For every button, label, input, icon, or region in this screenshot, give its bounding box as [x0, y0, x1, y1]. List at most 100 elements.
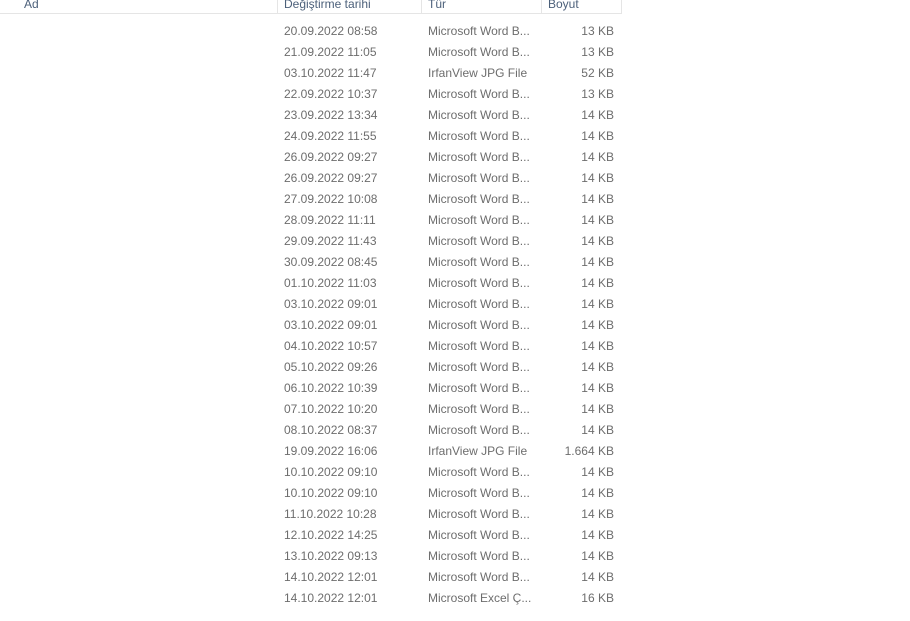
file-rows: 1 Gün.docx20.09.2022 08:58Microsoft Word…: [0, 21, 622, 609]
file-type-cell: Microsoft Word B...: [428, 402, 530, 416]
file-date-cell: 05.10.2022 09:26: [284, 360, 378, 374]
file-row[interactable]: 9 Gün.docx28.09.2022 11:11Microsoft Word…: [0, 210, 622, 231]
file-type-cell: Microsoft Word B...: [428, 465, 530, 479]
file-size-cell: 14 KB: [581, 276, 614, 290]
header-right-divider: [621, 0, 622, 14]
file-type-cell: Microsoft Word B...: [428, 87, 530, 101]
file-date-cell: 10.10.2022 09:10: [284, 465, 378, 479]
file-row[interactable]: 6 Gün.docx26.09.2022 09:27Microsoft Word…: [0, 147, 622, 168]
file-size-cell: 14 KB: [581, 570, 614, 584]
file-size-cell: 14 KB: [581, 486, 614, 500]
file-type-cell: Microsoft Word B...: [428, 276, 530, 290]
file-date-cell: 28.09.2022 11:11: [284, 213, 376, 227]
file-row[interactable]: 20 Gün.docx10.10.2022 09:10Microsoft Wor…: [0, 462, 622, 483]
file-row[interactable]: 13 Gün.docx03.10.2022 09:01Microsoft Wor…: [0, 294, 622, 315]
file-date-cell: 03.10.2022 11:47: [284, 66, 377, 80]
column-header-size[interactable]: Boyut: [541, 0, 579, 13]
file-date-cell: 01.10.2022 11:03: [284, 276, 377, 290]
file-type-cell: Microsoft Word B...: [428, 549, 530, 563]
file-date-cell: 19.09.2022 16:06: [284, 444, 378, 458]
column-header-date[interactable]: Değiştirme tarihi: [277, 0, 371, 13]
file-row[interactable]: 14 Gün.docx03.10.2022 09:01Microsoft Wor…: [0, 315, 622, 336]
file-row[interactable]: 17 Gün.docx06.10.2022 10:39Microsoft Wor…: [0, 378, 622, 399]
column-header-type[interactable]: Tür: [421, 0, 446, 13]
file-date-cell: 03.10.2022 09:01: [284, 318, 378, 332]
file-date-cell: 03.10.2022 09:01: [284, 297, 378, 311]
file-row[interactable]: 15 Gün.docx04.10.2022 10:57Microsoft Wor…: [0, 336, 622, 357]
file-size-cell: 14 KB: [581, 360, 614, 374]
file-size-cell: 52 KB: [581, 66, 614, 80]
file-date-cell: 10.10.2022 09:10: [284, 486, 378, 500]
file-type-cell: Microsoft Word B...: [428, 339, 530, 353]
file-row[interactable]: 4 Gün.docx23.09.2022 13:34Microsoft Word…: [0, 105, 622, 126]
file-size-cell: 14 KB: [581, 402, 614, 416]
file-date-cell: 11.10.2022 10:28: [284, 507, 377, 521]
file-row[interactable]: 10 Gün.docx29.09.2022 11:43Microsoft Wor…: [0, 231, 622, 252]
file-type-cell: Microsoft Word B...: [428, 381, 530, 395]
file-row[interactable]: 1 Gün.docx20.09.2022 08:58Microsoft Word…: [0, 21, 622, 42]
file-date-cell: 26.09.2022 09:27: [284, 171, 378, 185]
file-row[interactable]: 8 Gün.docx27.09.2022 10:08Microsoft Word…: [0, 189, 622, 210]
file-row[interactable]: 7 Gün.docx26.09.2022 09:27Microsoft Word…: [0, 168, 622, 189]
file-row[interactable]: 24 Gün.docx13.10.2022 09:13Microsoft Wor…: [0, 546, 622, 567]
file-date-cell: 20.09.2022 08:58: [284, 24, 378, 38]
file-date-cell: 13.10.2022 09:13: [284, 549, 378, 563]
file-date-cell: 26.09.2022 09:27: [284, 150, 378, 164]
file-type-cell: IrfanView JPG File: [428, 66, 528, 80]
file-type-cell: Microsoft Word B...: [428, 45, 530, 59]
file-type-cell: IrfanView JPG File: [428, 444, 528, 458]
file-type-cell: Microsoft Word B...: [428, 108, 530, 122]
file-type-cell: Microsoft Word B...: [428, 129, 530, 143]
file-row[interactable]: 11 Gün.docx30.09.2022 08:45Microsoft Wor…: [0, 252, 622, 273]
file-row[interactable]: 12 Gün.docx01.10.2022 11:03Microsoft Wor…: [0, 273, 622, 294]
file-type-cell: Microsoft Word B...: [428, 570, 530, 584]
file-size-cell: 13 KB: [581, 45, 614, 59]
file-type-cell: Microsoft Word B...: [428, 24, 530, 38]
file-row[interactable]: 16 Gün.docx05.10.2022 09:26Microsoft Wor…: [0, 357, 622, 378]
file-size-cell: 13 KB: [581, 24, 614, 38]
file-date-cell: 27.09.2022 10:08: [284, 192, 378, 206]
file-row[interactable]: 03.10.2022 Kilo.jpg03.10.2022 11:47Irfan…: [0, 63, 622, 84]
file-row[interactable]: Şeker Tansiyon Takip.xlsx14.10.2022 12:0…: [0, 588, 622, 609]
file-type-cell: Microsoft Word B...: [428, 192, 530, 206]
file-size-cell: 14 KB: [581, 528, 614, 542]
file-size-cell: 14 KB: [581, 297, 614, 311]
file-size-cell: 14 KB: [581, 255, 614, 269]
file-date-cell: 06.10.2022 10:39: [284, 381, 378, 395]
file-type-cell: Microsoft Word B...: [428, 297, 530, 311]
file-type-cell: Microsoft Word B...: [428, 234, 530, 248]
file-date-cell: 29.09.2022 11:43: [284, 234, 377, 248]
file-row[interactable]: 23 Gün.docx12.10.2022 14:25Microsoft Wor…: [0, 525, 622, 546]
file-row[interactable]: 3 Gün.docx22.09.2022 10:37Microsoft Word…: [0, 84, 622, 105]
file-type-cell: Microsoft Word B...: [428, 213, 530, 227]
file-size-cell: 14 KB: [581, 507, 614, 521]
file-row[interactable]: 5 Gün.docx24.09.2022 11:55Microsoft Word…: [0, 126, 622, 147]
file-date-cell: 30.09.2022 08:45: [284, 255, 378, 269]
file-size-cell: 14 KB: [581, 423, 614, 437]
file-size-cell: 14 KB: [581, 213, 614, 227]
file-row[interactable]: 21 Gün.docx10.10.2022 09:10Microsoft Wor…: [0, 483, 622, 504]
file-date-cell: 21.09.2022 11:05: [284, 45, 377, 59]
file-type-cell: Microsoft Word B...: [428, 423, 530, 437]
file-size-cell: 14 KB: [581, 108, 614, 122]
file-date-cell: 04.10.2022 10:57: [284, 339, 378, 353]
file-row[interactable]: 19 Gün.docx08.10.2022 08:37Microsoft Wor…: [0, 420, 622, 441]
file-date-cell: 14.10.2022 12:01: [284, 591, 378, 605]
file-type-cell: Microsoft Word B...: [428, 486, 530, 500]
file-row[interactable]: 18 Gün.docx07.10.2022 10:20Microsoft Wor…: [0, 399, 622, 420]
file-row[interactable]: 2 Gün.docx21.09.2022 11:05Microsoft Word…: [0, 42, 622, 63]
file-date-cell: 08.10.2022 08:37: [284, 423, 378, 437]
file-type-cell: Microsoft Word B...: [428, 255, 530, 269]
file-size-cell: 14 KB: [581, 549, 614, 563]
file-date-cell: 14.10.2022 12:01: [284, 570, 378, 584]
file-type-cell: Microsoft Word B...: [428, 528, 530, 542]
file-row[interactable]: 25 Gün.docx14.10.2022 12:01Microsoft Wor…: [0, 567, 622, 588]
column-header-name[interactable]: Ad: [18, 0, 39, 13]
file-size-cell: 14 KB: [581, 381, 614, 395]
file-size-cell: 14 KB: [581, 318, 614, 332]
file-date-cell: 07.10.2022 10:20: [284, 402, 378, 416]
file-date-cell: 12.10.2022 14:25: [284, 528, 378, 542]
file-row[interactable]: 19.9.2022 Kilo.jpg19.09.2022 16:06IrfanV…: [0, 441, 622, 462]
file-type-cell: Microsoft Word B...: [428, 318, 530, 332]
file-row[interactable]: 22 Gün.docx11.10.2022 10:28Microsoft Wor…: [0, 504, 622, 525]
